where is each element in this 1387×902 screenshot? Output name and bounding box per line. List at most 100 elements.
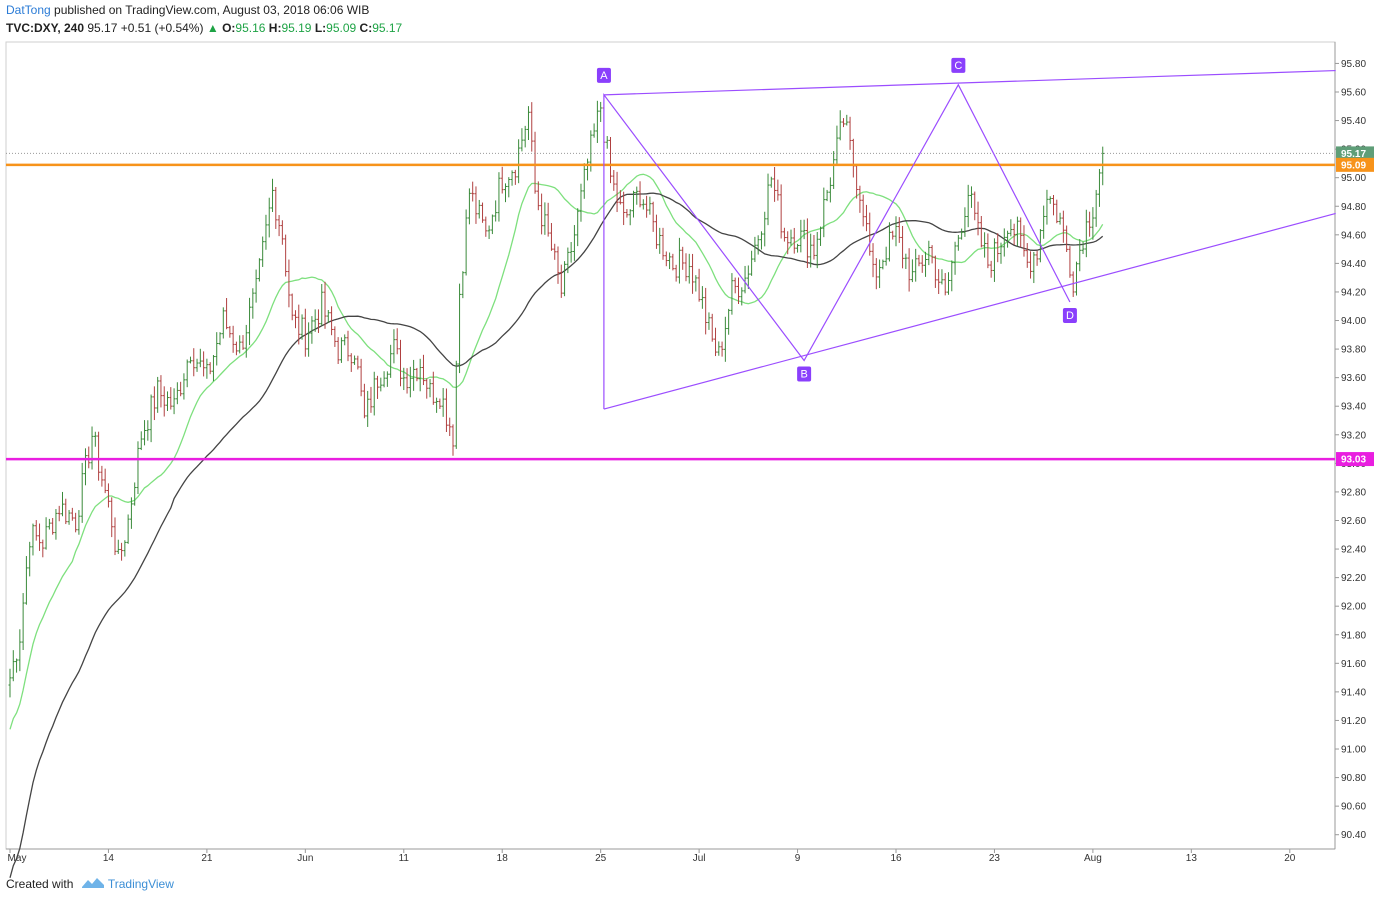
ohlc-bar bbox=[881, 259, 885, 270]
ohlc-bar bbox=[185, 359, 189, 388]
ohlc-bar bbox=[231, 325, 235, 353]
ohlc-bar bbox=[704, 287, 708, 335]
ohlc-bar bbox=[139, 431, 143, 451]
ohlc-bar bbox=[21, 593, 25, 651]
ohlc-bar bbox=[64, 498, 68, 525]
y-tick-label: 92.00 bbox=[1341, 602, 1366, 613]
ohlc-bar bbox=[1045, 189, 1049, 225]
ohlc-bar bbox=[487, 225, 491, 240]
ohlc-bar bbox=[100, 465, 104, 487]
ohlc-bar bbox=[1074, 261, 1078, 296]
ohlc-bar bbox=[353, 355, 357, 365]
ohlc-bar bbox=[769, 176, 773, 188]
ohlc-bar bbox=[425, 378, 429, 399]
ohlc-bar bbox=[264, 214, 268, 250]
ohlc-bar bbox=[1094, 189, 1098, 227]
ohlc-bar bbox=[681, 246, 685, 270]
ohlc-bar bbox=[126, 514, 130, 544]
ohlc-bar bbox=[868, 212, 872, 256]
ohlc-bar bbox=[395, 328, 399, 355]
ohlc-bar bbox=[894, 216, 898, 247]
ohlc-bar bbox=[284, 234, 288, 277]
ohlc-bar bbox=[458, 283, 462, 374]
ohlc-bar bbox=[691, 253, 695, 294]
x-tick-label: 9 bbox=[795, 853, 801, 864]
ohlc-bar bbox=[343, 334, 347, 346]
ohlc-bar bbox=[756, 235, 760, 255]
y-tick-label: 91.80 bbox=[1341, 630, 1366, 641]
ohlc-bar bbox=[517, 139, 521, 184]
chart-border bbox=[5, 41, 1336, 850]
time-axis[interactable]: May 14 21 Jun 11 18 25 Jul 9 16 23 Aug 13 20 bbox=[8, 849, 1296, 864]
ohlc-bar bbox=[723, 316, 727, 362]
ohlc-bar bbox=[835, 125, 839, 164]
ohlc-bar bbox=[336, 337, 340, 364]
price-axis[interactable]: 95.8095.6095.4095.2095.0094.8094.6094.40… bbox=[1335, 59, 1366, 841]
ohlc-bar bbox=[697, 268, 701, 302]
ohlc-bar bbox=[333, 326, 337, 347]
ohlc-bar bbox=[162, 386, 166, 417]
ohlc-bar bbox=[504, 183, 508, 203]
ohlc-bar bbox=[254, 269, 258, 303]
ohlc-bar bbox=[346, 330, 350, 362]
ohlc-bar bbox=[654, 214, 658, 249]
ohlc-bar bbox=[851, 138, 855, 178]
ohlc-bar bbox=[914, 248, 918, 282]
ohlc-bar bbox=[172, 388, 176, 415]
ohlc-bar bbox=[595, 100, 599, 143]
tradingview-logo-icon[interactable] bbox=[81, 877, 105, 889]
ohlc-bar bbox=[77, 510, 81, 535]
ohlc-bar bbox=[559, 264, 563, 298]
ohlc-bar bbox=[412, 359, 416, 391]
ohlc-bar bbox=[668, 252, 672, 270]
price-chart[interactable]: ABCD 95.8095.6095.4095.2095.0094.8094.60… bbox=[0, 0, 1387, 902]
ohlc-bar bbox=[556, 246, 560, 284]
y-tick-label: 92.20 bbox=[1341, 573, 1366, 584]
x-tick-label: Aug bbox=[1084, 853, 1102, 864]
ohlc-bar bbox=[271, 178, 275, 213]
ohlc-bar bbox=[47, 518, 51, 530]
ohlc-bar bbox=[51, 517, 55, 535]
ohlc-bar bbox=[290, 293, 294, 321]
ohlc-bar bbox=[664, 251, 668, 267]
magenta-level-tag: 93.03 bbox=[1336, 452, 1374, 467]
y-tick-label: 95.80 bbox=[1341, 59, 1366, 70]
y-tick-label: 93.40 bbox=[1341, 402, 1366, 413]
ohlc-bar bbox=[635, 186, 639, 205]
ohlc-bar bbox=[113, 517, 117, 556]
ohlc-bar bbox=[684, 253, 688, 282]
y-tick-label: 94.40 bbox=[1341, 259, 1366, 270]
point-label-d: D bbox=[1066, 310, 1074, 322]
ohlc-bar bbox=[759, 231, 763, 250]
x-tick-label: May bbox=[8, 853, 27, 864]
ohlc-bar bbox=[1032, 251, 1036, 284]
ohlc-bar bbox=[156, 376, 160, 413]
ohlc-bar bbox=[897, 217, 901, 243]
y-tick-label: 91.20 bbox=[1341, 716, 1366, 727]
ohlc-bar bbox=[871, 243, 875, 278]
ohlc-bar bbox=[471, 181, 475, 202]
ohlc-bar bbox=[435, 397, 439, 413]
ohlc-bar bbox=[973, 191, 977, 221]
ohlc-bar bbox=[408, 366, 412, 398]
ohlc-bar bbox=[992, 238, 996, 282]
ohlc-bar bbox=[202, 351, 206, 377]
ohlc-bar bbox=[930, 245, 934, 264]
ohlc-bar bbox=[307, 322, 311, 357]
ohlc-bar bbox=[661, 227, 665, 260]
y-tick-label: 92.60 bbox=[1341, 516, 1366, 527]
ohlc-bar bbox=[136, 441, 140, 495]
ohlc-bar bbox=[441, 388, 445, 417]
ohlc-bar bbox=[953, 241, 957, 275]
ohlc-bar bbox=[418, 358, 422, 392]
ohlc-bar bbox=[8, 668, 12, 698]
ohlc-bar bbox=[379, 377, 383, 392]
ohlc-bar bbox=[822, 187, 826, 238]
ohlc-bar bbox=[960, 228, 964, 240]
ohlc-bar bbox=[727, 308, 731, 335]
ma-slow-line bbox=[9, 192, 1104, 878]
tradingview-brand[interactable]: TradingView bbox=[108, 877, 174, 891]
ohlc-bar bbox=[963, 207, 967, 237]
ohlc-bar bbox=[1015, 216, 1019, 247]
ohlc-bar bbox=[717, 341, 721, 356]
